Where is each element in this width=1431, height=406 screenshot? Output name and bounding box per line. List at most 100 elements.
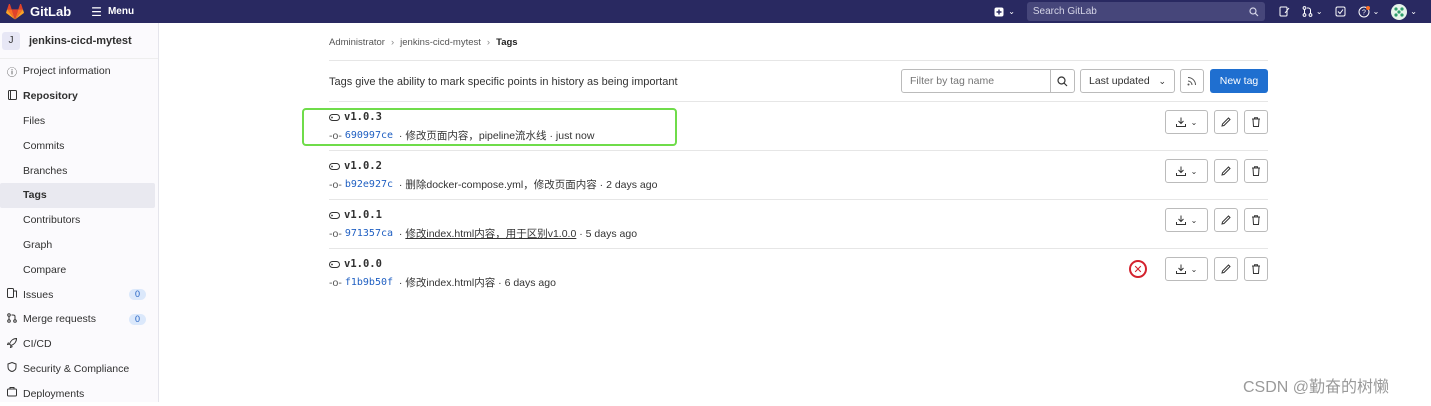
project-name: jenkins-cicd-mytest xyxy=(29,34,132,47)
commit-sha-link[interactable]: 971357ca xyxy=(345,228,393,239)
download-icon xyxy=(1175,166,1186,176)
sidebar-item-label: Graph xyxy=(23,238,53,251)
sidebar-item-label: Deployments xyxy=(23,387,85,400)
filter-search-button[interactable] xyxy=(1050,70,1074,92)
help-icon: ? xyxy=(1358,5,1370,17)
commit-time: 5 days ago xyxy=(585,227,638,240)
sidebar-item-label: Project information xyxy=(23,65,111,78)
edit-tag-button[interactable] xyxy=(1214,159,1238,183)
book-icon xyxy=(7,89,17,103)
sidebar-item-project-information[interactable]: ⓘ Project information xyxy=(0,59,158,84)
sidebar-item-ci-cd[interactable]: CI/CD xyxy=(0,332,158,357)
chevron-down-icon: ⌄ xyxy=(1190,117,1198,127)
pencil-icon xyxy=(1221,166,1231,176)
sidebar-item-tags[interactable]: Tags xyxy=(0,182,155,208)
search-input[interactable]: Search GitLab xyxy=(1026,2,1265,21)
todos-nav-icon[interactable] xyxy=(1335,6,1346,17)
commit-sha-link[interactable]: f1b9b50f xyxy=(345,277,393,288)
search-icon xyxy=(1057,75,1068,86)
merge-request-icon xyxy=(1302,6,1313,17)
sidebar-project-header[interactable]: J jenkins-cicd-mytest xyxy=(0,23,158,59)
help-nav-icon[interactable]: ? ⌄ xyxy=(1358,5,1379,18)
sidebar-item-contributors[interactable]: Contributors xyxy=(0,208,158,233)
sidebar-item-security-compliance[interactable]: Security & Compliance xyxy=(0,357,158,382)
pipeline-failed-icon[interactable]: ✕ xyxy=(1129,260,1147,278)
delete-tag-button[interactable] xyxy=(1244,257,1268,281)
edit-tag-button[interactable] xyxy=(1214,110,1238,134)
merge-requests-count-badge: 0 xyxy=(128,313,146,325)
sidebar-item-label: Compare xyxy=(23,263,67,276)
rss-button[interactable] xyxy=(1180,69,1204,93)
sidebar-item-label: Merge requests xyxy=(23,313,96,326)
sidebar-item-merge-requests[interactable]: Merge requests 0 xyxy=(0,307,158,332)
user-avatar-dropdown[interactable]: ⌄ xyxy=(1391,3,1417,20)
meta-separator: · xyxy=(396,276,406,289)
rss-icon xyxy=(1187,77,1196,86)
sidebar-item-branches[interactable]: Branches xyxy=(0,158,158,183)
tag-actions: ⌄ xyxy=(1159,208,1268,232)
sidebar-item-label: Branches xyxy=(23,164,68,177)
sidebar-item-files[interactable]: Files xyxy=(0,109,158,134)
delete-tag-button[interactable] xyxy=(1244,208,1268,232)
commit-message: 修改index.html内容 xyxy=(405,277,496,289)
sidebar-item-label: Tags xyxy=(23,189,47,202)
gitlab-logo[interactable]: GitLab xyxy=(6,3,72,20)
delete-tag-button[interactable] xyxy=(1244,159,1268,183)
tag-commit-info: -o- b92e927c · 删除docker-compose.yml，修改页面… xyxy=(329,177,657,192)
sidebar-item-label: Security & Compliance xyxy=(23,362,130,375)
issues-nav-icon[interactable] xyxy=(1279,6,1290,17)
download-dropdown[interactable]: ⌄ xyxy=(1165,208,1208,232)
breadcrumb-project[interactable]: jenkins-cicd-mytest xyxy=(400,37,481,48)
edit-tag-button[interactable] xyxy=(1214,257,1238,281)
merge-requests-nav-icon[interactable]: ⌄ xyxy=(1302,6,1323,17)
tag-row: v1.0.0 -o- f1b9b50f · 修改index.html内容 · 6… xyxy=(329,248,1268,297)
meta-separator: · xyxy=(396,178,406,191)
tag-name-link[interactable]: v1.0.1 xyxy=(329,209,382,221)
chevron-down-icon: ⌄ xyxy=(1008,7,1015,16)
filter-tag-input[interactable] xyxy=(902,70,1050,92)
delete-tag-button[interactable] xyxy=(1244,110,1268,134)
highlight-annotation-box xyxy=(302,108,677,146)
commit-message-link[interactable]: 修改index.html内容，用于区别v1.0.0 xyxy=(405,226,576,241)
new-tag-button[interactable]: New tag xyxy=(1210,69,1268,93)
commit-icon: -o- xyxy=(329,276,342,289)
plus-square-icon xyxy=(994,7,1004,16)
tag-actions: ✕ ⌄ xyxy=(1129,257,1268,281)
merge-request-icon xyxy=(7,313,17,326)
download-dropdown[interactable]: ⌄ xyxy=(1165,110,1208,134)
tag-icon xyxy=(329,162,340,170)
commit-icon: -o- xyxy=(329,227,342,240)
project-avatar: J xyxy=(2,31,20,50)
create-new-dropdown[interactable]: ⌄ xyxy=(994,7,1015,17)
tag-name-link[interactable]: v1.0.0 xyxy=(329,258,382,270)
commit-sha-link[interactable]: b92e927c xyxy=(345,179,393,190)
breadcrumb-tags[interactable]: Tags xyxy=(496,37,517,48)
info-icon: ⓘ xyxy=(7,67,17,79)
page-description: Tags give the ability to mark specific p… xyxy=(329,76,678,88)
download-dropdown[interactable]: ⌄ xyxy=(1165,257,1208,281)
sidebar-item-graph[interactable]: Graph xyxy=(0,233,158,258)
meta-separator: · xyxy=(396,227,406,240)
sidebar-item-repository[interactable]: Repository xyxy=(0,84,158,109)
chevron-down-icon: ⌄ xyxy=(1190,264,1198,274)
edit-issue-icon xyxy=(1279,6,1290,17)
breadcrumb-administrator[interactable]: Administrator xyxy=(329,37,385,48)
chevron-down-icon: ⌄ xyxy=(1315,7,1323,16)
tag-row: v1.0.1 -o- 971357ca · 修改index.html内容，用于区… xyxy=(329,199,1268,248)
search-icon xyxy=(1249,6,1259,16)
download-dropdown[interactable]: ⌄ xyxy=(1165,159,1208,183)
sort-dropdown[interactable]: Last updated ⌄ xyxy=(1080,69,1175,93)
sidebar-item-issues[interactable]: Issues 0 xyxy=(0,282,158,307)
edit-tag-button[interactable] xyxy=(1214,208,1238,232)
sidebar-item-commits[interactable]: Commits xyxy=(0,133,158,158)
pencil-icon xyxy=(1221,264,1231,274)
sidebar-item-deployments[interactable]: Deployments xyxy=(0,381,158,406)
brand-name: GitLab xyxy=(30,4,72,19)
tag-name-link[interactable]: v1.0.2 xyxy=(329,160,382,172)
sidebar-item-label: Issues xyxy=(23,288,54,301)
tag-name-text: v1.0.2 xyxy=(344,160,382,172)
menu-button[interactable]: ☰ Menu xyxy=(91,5,134,19)
hamburger-icon: ☰ xyxy=(91,4,102,19)
sidebar-item-compare[interactable]: Compare xyxy=(0,257,158,282)
top-navbar: GitLab ☰ Menu ⌄ Search GitLab ⌄ ? ⌄ ⌄ xyxy=(0,0,1431,23)
